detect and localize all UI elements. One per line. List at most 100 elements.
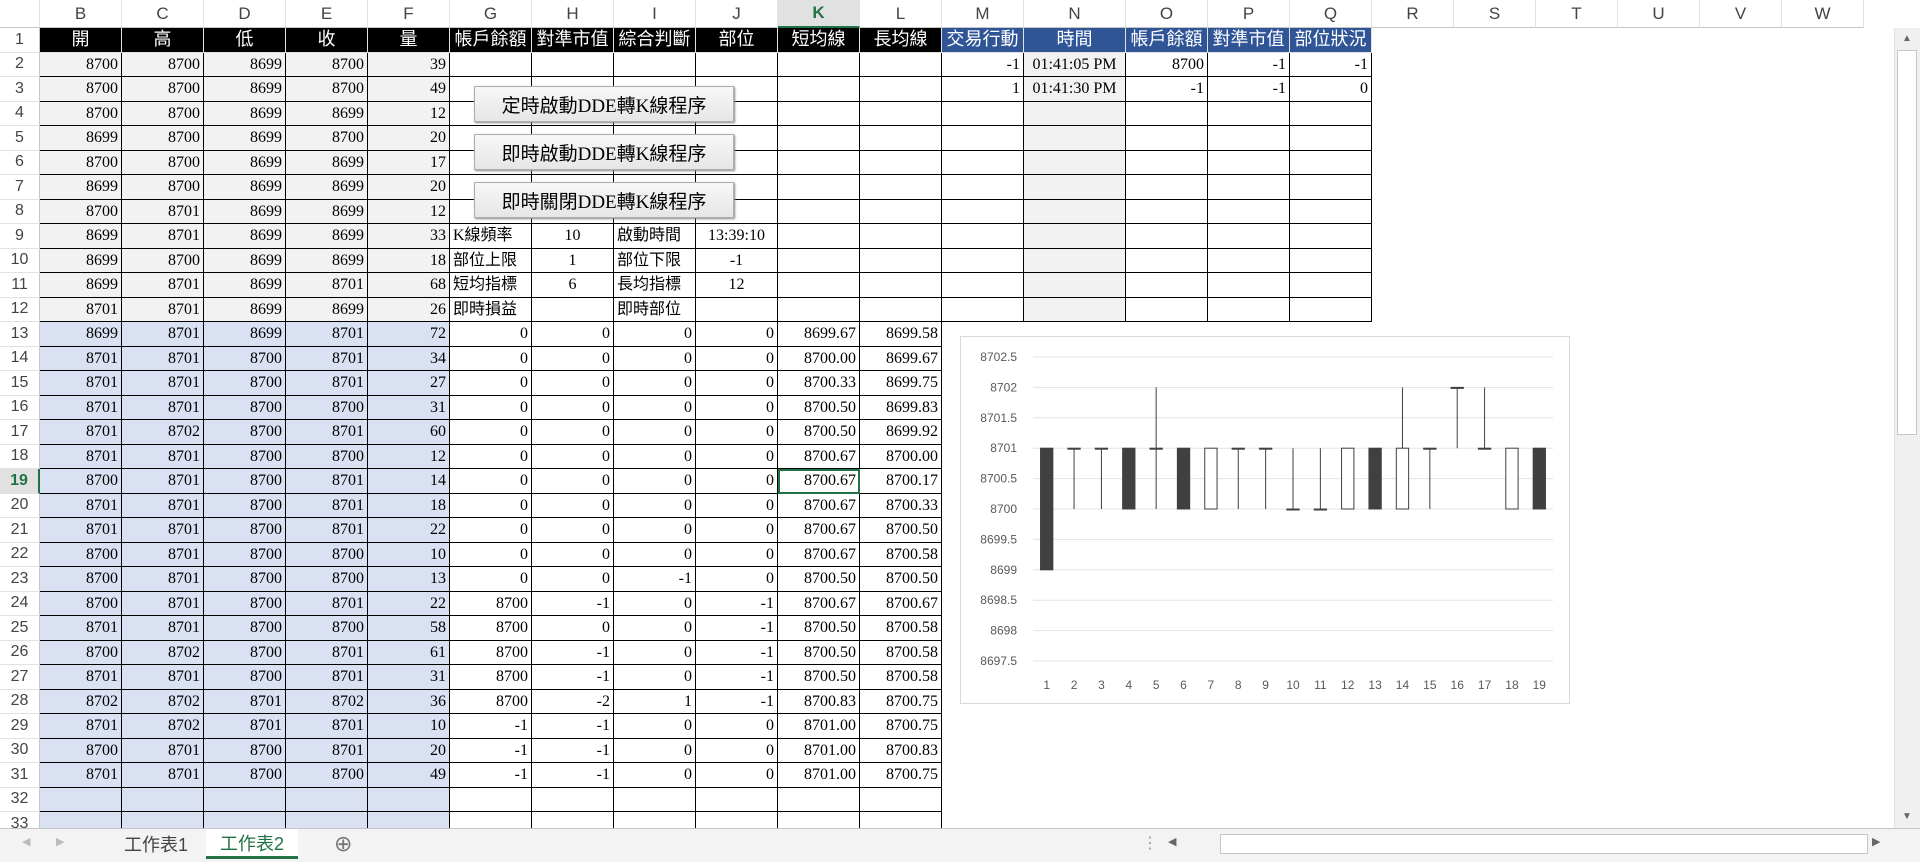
cell-E4[interactable]: 8699 — [286, 101, 368, 126]
cell-J18[interactable]: 0 — [696, 444, 778, 469]
cell-J25[interactable]: -1 — [696, 616, 778, 641]
cell-L5[interactable] — [860, 126, 942, 151]
column-header-B[interactable]: B — [40, 0, 122, 28]
cell-L29[interactable]: 8700.75 — [860, 714, 942, 739]
cell-I27[interactable]: 0 — [614, 665, 696, 690]
cell-H1[interactable]: 對準市值 — [532, 28, 614, 53]
cell-B24[interactable]: 8700 — [40, 591, 122, 616]
cell-G28[interactable]: 8700 — [450, 689, 532, 714]
cell-J29[interactable]: 0 — [696, 714, 778, 739]
cell-G27[interactable]: 8700 — [450, 665, 532, 690]
cell-L32[interactable] — [860, 787, 942, 812]
cell-E2[interactable]: 8700 — [286, 52, 368, 77]
cell-B17[interactable]: 8701 — [40, 420, 122, 445]
next-sheet-icon[interactable]: ▶ — [56, 835, 64, 848]
cell-B18[interactable]: 8701 — [40, 444, 122, 469]
cell-E9[interactable]: 8699 — [286, 224, 368, 249]
cell-J23[interactable]: 0 — [696, 567, 778, 592]
cell-F27[interactable]: 31 — [368, 665, 450, 690]
cell-K10[interactable] — [778, 248, 860, 273]
cell-J26[interactable]: -1 — [696, 640, 778, 665]
cell-E19[interactable]: 8701 — [286, 469, 368, 494]
cell-B29[interactable]: 8701 — [40, 714, 122, 739]
cell-O7[interactable] — [1126, 175, 1208, 200]
cell-J21[interactable]: 0 — [696, 518, 778, 543]
cell-K22[interactable]: 8700.67 — [778, 542, 860, 567]
cell-I32[interactable] — [614, 787, 696, 812]
cell-F29[interactable]: 10 — [368, 714, 450, 739]
cell-M9[interactable] — [942, 224, 1024, 249]
cell-Q12[interactable] — [1290, 297, 1372, 322]
cell-I25[interactable]: 0 — [614, 616, 696, 641]
cell-E6[interactable]: 8699 — [286, 150, 368, 175]
cell-F30[interactable]: 20 — [368, 738, 450, 763]
row-header-12[interactable]: 12 — [0, 297, 40, 322]
cell-N10[interactable] — [1024, 248, 1126, 273]
cell-I23[interactable]: -1 — [614, 567, 696, 592]
cell-G9[interactable]: K線頻率 — [450, 224, 532, 249]
cell-P4[interactable] — [1208, 101, 1290, 126]
row-header-8[interactable]: 8 — [0, 199, 40, 224]
cell-B30[interactable]: 8700 — [40, 738, 122, 763]
cell-D18[interactable]: 8700 — [204, 444, 286, 469]
cell-Q10[interactable] — [1290, 248, 1372, 273]
cell-I28[interactable]: 1 — [614, 689, 696, 714]
cell-L21[interactable]: 8700.50 — [860, 518, 942, 543]
cell-K26[interactable]: 8700.50 — [778, 640, 860, 665]
cell-M6[interactable] — [942, 150, 1024, 175]
cell-N4[interactable] — [1024, 101, 1126, 126]
cell-P8[interactable] — [1208, 199, 1290, 224]
cell-C24[interactable]: 8701 — [122, 591, 204, 616]
cell-K25[interactable]: 8700.50 — [778, 616, 860, 641]
cell-E10[interactable]: 8699 — [286, 248, 368, 273]
cell-E12[interactable]: 8699 — [286, 297, 368, 322]
cell-M4[interactable] — [942, 101, 1024, 126]
cell-H12[interactable] — [532, 297, 614, 322]
cell-L25[interactable]: 8700.58 — [860, 616, 942, 641]
cell-I22[interactable]: 0 — [614, 542, 696, 567]
cell-L16[interactable]: 8699.83 — [860, 395, 942, 420]
cell-B2[interactable]: 8700 — [40, 52, 122, 77]
cell-O12[interactable] — [1126, 297, 1208, 322]
cell-E31[interactable]: 8700 — [286, 763, 368, 788]
cell-F2[interactable]: 39 — [368, 52, 450, 77]
cell-B12[interactable]: 8701 — [40, 297, 122, 322]
cell-H27[interactable]: -1 — [532, 665, 614, 690]
cell-L9[interactable] — [860, 224, 942, 249]
cell-O9[interactable] — [1126, 224, 1208, 249]
cell-K14[interactable]: 8700.00 — [778, 346, 860, 371]
cell-J1[interactable]: 部位 — [696, 28, 778, 53]
cell-G26[interactable]: 8700 — [450, 640, 532, 665]
row-header-3[interactable]: 3 — [0, 77, 40, 102]
cell-E22[interactable]: 8700 — [286, 542, 368, 567]
cell-E32[interactable] — [286, 787, 368, 812]
cell-F22[interactable]: 10 — [368, 542, 450, 567]
cell-F6[interactable]: 17 — [368, 150, 450, 175]
row-header-2[interactable]: 2 — [0, 52, 40, 77]
cell-C14[interactable]: 8701 — [122, 346, 204, 371]
column-header-N[interactable]: N — [1024, 0, 1126, 28]
cell-I24[interactable]: 0 — [614, 591, 696, 616]
cell-H19[interactable]: 0 — [532, 469, 614, 494]
cell-L12[interactable] — [860, 297, 942, 322]
cell-D29[interactable]: 8701 — [204, 714, 286, 739]
cell-K23[interactable]: 8700.50 — [778, 567, 860, 592]
cell-B31[interactable]: 8701 — [40, 763, 122, 788]
cell-C12[interactable]: 8701 — [122, 297, 204, 322]
cell-F10[interactable]: 18 — [368, 248, 450, 273]
cell-L1[interactable]: 長均線 — [860, 28, 942, 53]
cell-E7[interactable]: 8699 — [286, 175, 368, 200]
cell-F8[interactable]: 12 — [368, 199, 450, 224]
cell-L22[interactable]: 8700.58 — [860, 542, 942, 567]
cell-D17[interactable]: 8700 — [204, 420, 286, 445]
sheet-tab-1[interactable]: 工作表1 — [110, 829, 202, 859]
horizontal-scrollbar[interactable] — [1220, 834, 1868, 854]
cell-D5[interactable]: 8699 — [204, 126, 286, 151]
cell-O5[interactable] — [1126, 126, 1208, 151]
cell-C5[interactable]: 8700 — [122, 126, 204, 151]
cell-G31[interactable]: -1 — [450, 763, 532, 788]
column-header-E[interactable]: E — [286, 0, 368, 28]
cell-B6[interactable]: 8700 — [40, 150, 122, 175]
cell-H14[interactable]: 0 — [532, 346, 614, 371]
cell-E18[interactable]: 8700 — [286, 444, 368, 469]
